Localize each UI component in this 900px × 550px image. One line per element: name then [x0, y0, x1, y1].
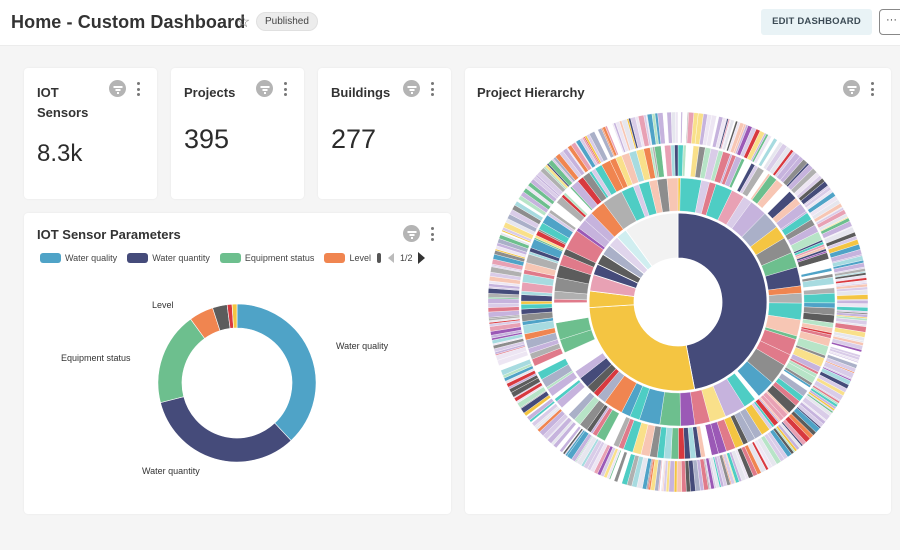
donut-slice-water-quantity[interactable] [160, 396, 292, 463]
more-options-button[interactable]: ··· [879, 9, 900, 35]
kpi-title: Buildings [331, 85, 391, 100]
kebab-menu-icon[interactable] [429, 82, 435, 96]
kpi-value: 277 [331, 124, 377, 154]
project-hierarchy-panel: Project Hierarchy [465, 68, 891, 514]
kebab-menu-icon[interactable] [282, 82, 288, 96]
sunburst-segment-level4[interactable] [487, 303, 520, 308]
project-hierarchy-sunburst [487, 111, 869, 493]
iot-sensor-parameters-panel: IOT Sensor Parameters Water quality Wate… [24, 213, 451, 514]
kpi-title: IOT Sensors [37, 85, 89, 120]
filter-icon[interactable] [403, 80, 420, 97]
kebab-menu-icon[interactable] [135, 82, 141, 96]
kpi-card-projects: Projects 395 [171, 68, 304, 199]
sensor-donut-chart: Level Equipment status Water quality Wat… [61, 300, 389, 476]
favorite-star-icon[interactable]: ☆ [236, 12, 250, 32]
status-badge: Published [256, 12, 318, 31]
kpi-value: 8.3k [37, 140, 83, 167]
donut-slice-equipment-status[interactable] [157, 318, 206, 404]
sunburst-segment-level3[interactable] [803, 292, 836, 304]
filter-icon[interactable] [109, 80, 126, 97]
donut-label-level: Level [152, 300, 174, 310]
kpi-value: 395 [184, 124, 230, 154]
sunburst-segment-level3[interactable] [520, 300, 553, 305]
filter-icon[interactable] [256, 80, 273, 97]
edit-dashboard-button[interactable]: EDIT DASHBOARD [761, 9, 872, 35]
kpi-card-iot-sensors: IOT Sensors 8.3k [24, 68, 157, 199]
sunburst-segment-level3[interactable] [674, 144, 679, 177]
donut-slice-water-quality[interactable] [236, 303, 317, 442]
sunburst-segment-level4[interactable] [675, 111, 679, 144]
top-bar: Home - Custom Dashboard ☆ Published EDIT… [0, 0, 900, 46]
sunburst-segment-level4[interactable] [676, 460, 683, 493]
page-title: Home - Custom Dashboard [11, 12, 246, 32]
donut-label-water-quantity: Water quantity [142, 466, 200, 476]
donut-label-water-quality: Water quality [336, 341, 389, 351]
sunburst-segment-level4[interactable] [487, 298, 520, 304]
sunburst-segment-level4[interactable] [836, 300, 869, 304]
kpi-title: Projects [184, 85, 236, 100]
kpi-card-buildings: Buildings 277 [318, 68, 451, 199]
donut-label-equipment-status: Equipment status [61, 353, 131, 363]
